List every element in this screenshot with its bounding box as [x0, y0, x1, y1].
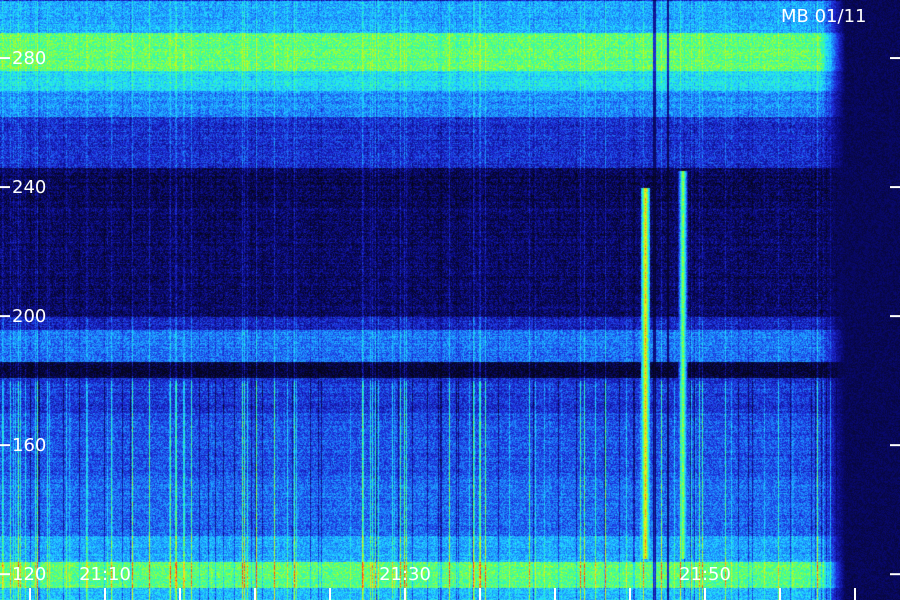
y-tick-label: 160	[12, 435, 46, 456]
x-tick-label: 21:10	[79, 564, 131, 585]
x-axis: 21:10 21:30 21:50	[29, 564, 856, 600]
axes-overlay: MB 01/11 280 240 200 160 120 21:10 21:30 21:50	[0, 6, 900, 600]
y-axis: 280 240 200 160 120	[0, 48, 900, 585]
chart-title: MB 01/11	[781, 6, 866, 27]
x-tick-label: 21:30	[379, 564, 431, 585]
y-tick-label: 120	[12, 564, 46, 585]
spectrogram-chart: MB 01/11 280 240 200 160 120 21:10 21:30 21:50	[0, 0, 900, 600]
x-tick-label: 21:50	[679, 564, 731, 585]
y-tick-label: 200	[12, 306, 46, 327]
y-tick-label: 280	[12, 48, 46, 69]
y-tick-label: 240	[12, 177, 46, 198]
